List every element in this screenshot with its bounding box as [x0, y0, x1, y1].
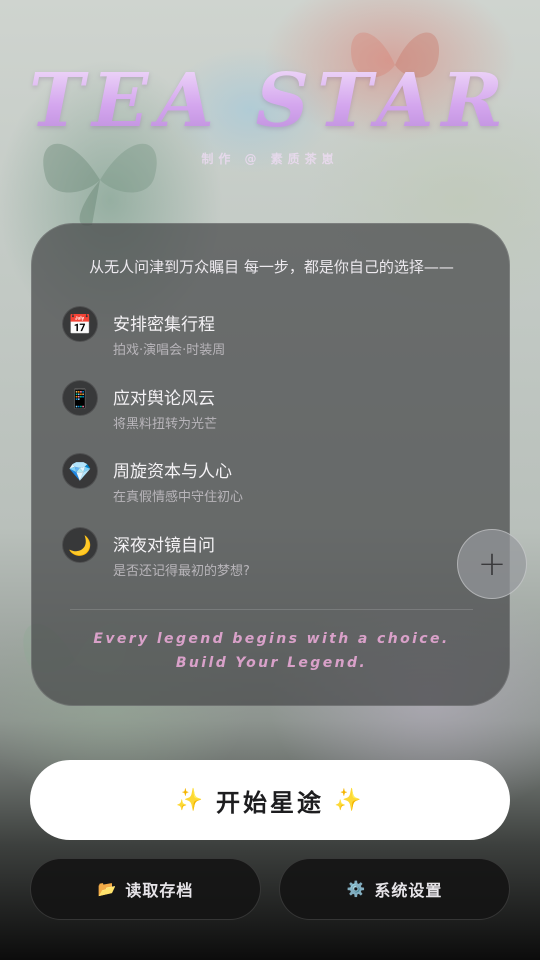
feature-subtitle: 在真假情感中守住初心: [113, 490, 244, 505]
feature-title: 周旋资本与人心: [113, 462, 232, 482]
feature-title: 深夜对镜自问: [113, 536, 215, 556]
sparkle-icon: ✨: [334, 787, 365, 813]
feature-item-schedule: 📅 安排密集行程 拍戏·演唱会·时装周: [62, 306, 482, 366]
game-title: TEA STAR: [0, 58, 540, 144]
feature-item-reflection: 🌙 深夜对镜自问 是否还记得最初的梦想?: [62, 527, 482, 587]
gem-icon: 💎: [62, 453, 98, 489]
feature-item-opinion: 📱 应对舆论风云 将黑料扭转为光芒: [62, 380, 482, 440]
feature-title: 安排密集行程: [113, 315, 215, 335]
load-save-label: 读取存档: [125, 881, 194, 900]
gear-icon: ⚙️: [346, 880, 367, 898]
start-journey-button[interactable]: ✨ 开始星途 ✨: [30, 760, 510, 840]
calendar-icon: 📅: [62, 306, 98, 342]
credits-subtitle: 制作 @ 素质茶崽: [201, 152, 339, 166]
intro-card: 从无人问津到万众瞩目 每一步，都是你自己的选择—— 📅 安排密集行程 拍戏·演唱…: [31, 223, 510, 706]
sparkle-icon: ✨: [175, 787, 206, 813]
card-divider: [70, 609, 473, 610]
quote-line-1: Every legend begins with a choice.: [93, 631, 450, 647]
quote-line-2: Build Your Legend.: [175, 655, 368, 671]
feature-subtitle: 将黑料扭转为光芒: [113, 417, 218, 432]
intro-text: 从无人问津到万众瞩目 每一步，都是你自己的选择——: [89, 258, 454, 276]
feature-subtitle: 拍戏·演唱会·时装周: [113, 343, 226, 358]
settings-label: 系统设置: [374, 881, 443, 900]
feature-title: 应对舆论风云: [113, 389, 215, 409]
folder-icon: 📂: [97, 880, 118, 898]
start-journey-label: 开始星途: [216, 788, 324, 817]
plus-icon: +: [477, 544, 507, 584]
phone-icon: 📱: [62, 380, 98, 416]
plus-button[interactable]: +: [457, 529, 527, 599]
feature-subtitle: 是否还记得最初的梦想?: [113, 564, 250, 579]
moon-icon: 🌙: [62, 527, 98, 563]
load-save-button[interactable]: 📂 读取存档: [30, 858, 261, 920]
feature-item-capital: 💎 周旋资本与人心 在真假情感中守住初心: [62, 453, 482, 513]
settings-button[interactable]: ⚙️ 系统设置: [279, 858, 510, 920]
